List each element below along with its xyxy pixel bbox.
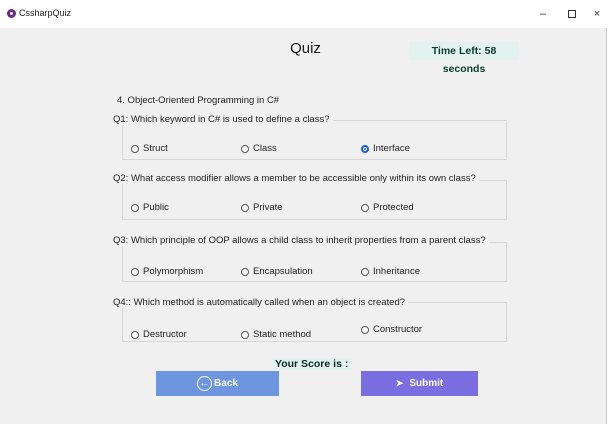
option-label: Polymorphism — [143, 266, 204, 277]
radio-icon — [241, 144, 249, 153]
option-label: Public — [143, 202, 169, 213]
q1-option-3[interactable]: Interface — [361, 143, 410, 154]
q2-option-3[interactable]: Protected — [361, 202, 414, 213]
quiz-window: CssharpQuiz – × Quiz Time Left: 58 secon… — [0, 0, 607, 424]
q3-option-2[interactable]: Encapsulation — [241, 266, 313, 277]
q4-option-2[interactable]: Static method — [241, 329, 311, 340]
radio-icon — [131, 144, 139, 153]
back-button[interactable]: ← Back — [156, 371, 279, 396]
radio-icon — [241, 330, 249, 339]
close-button[interactable]: × — [588, 6, 606, 22]
timer-label: Time Left: 58 seconds — [409, 42, 519, 75]
question-2-text: Q2: What access modifier allows a member… — [110, 173, 479, 184]
maximize-button[interactable] — [563, 6, 581, 22]
question-3-text: Q3: Which principle of OOP allows a chil… — [110, 235, 489, 246]
radio-icon — [131, 267, 139, 276]
option-label: Destructor — [143, 329, 187, 340]
score-label: Your Score is : — [272, 358, 352, 370]
minimize-button[interactable]: – — [534, 6, 552, 22]
question-group-1 — [122, 120, 507, 160]
q4-option-1[interactable]: Destructor — [131, 329, 187, 340]
radio-icon — [241, 203, 249, 212]
radio-icon — [241, 267, 249, 276]
submit-button[interactable]: ➤ Submit — [361, 371, 478, 396]
window-title: CssharpQuiz — [19, 8, 72, 18]
chevron-right-icon: ➤ — [395, 378, 404, 388]
option-label: Inheritance — [373, 266, 421, 277]
arrow-left-circle-icon: ← — [197, 376, 213, 391]
q1-option-1[interactable]: Struct — [131, 143, 168, 154]
radio-checked-icon — [361, 144, 369, 153]
option-label: Constructor — [373, 324, 423, 335]
q2-option-2[interactable]: Private — [241, 202, 283, 213]
section-title: 4. Object-Oriented Programming in C# — [117, 95, 280, 106]
app-icon — [7, 9, 16, 18]
radio-icon — [361, 267, 369, 276]
submit-button-label: Submit — [409, 378, 444, 389]
q4-option-3[interactable]: Constructor — [361, 324, 422, 335]
q3-option-3[interactable]: Inheritance — [361, 266, 420, 277]
maximize-icon — [568, 10, 576, 18]
radio-icon — [131, 203, 139, 212]
option-label: Class — [253, 143, 277, 154]
option-label: Interface — [373, 143, 410, 154]
question-4-text: Q4:: Which method is automatically calle… — [110, 297, 409, 308]
title-bar: CssharpQuiz – × — [0, 0, 607, 28]
option-label: Static method — [253, 329, 312, 340]
radio-icon — [361, 203, 369, 212]
option-label: Struct — [143, 143, 168, 154]
option-label: Protected — [373, 202, 414, 213]
q2-option-1[interactable]: Public — [131, 202, 169, 213]
radio-icon — [131, 330, 139, 339]
option-label: Encapsulation — [253, 266, 313, 277]
back-button-label: Back — [214, 378, 238, 389]
radio-icon — [361, 325, 369, 334]
q1-option-2[interactable]: Class — [241, 143, 277, 154]
question-1-text: Q1: Which keyword in C# is used to defin… — [110, 114, 333, 125]
option-label: Private — [253, 202, 283, 213]
q3-option-1[interactable]: Polymorphism — [131, 266, 203, 277]
question-group-2 — [122, 180, 507, 220]
